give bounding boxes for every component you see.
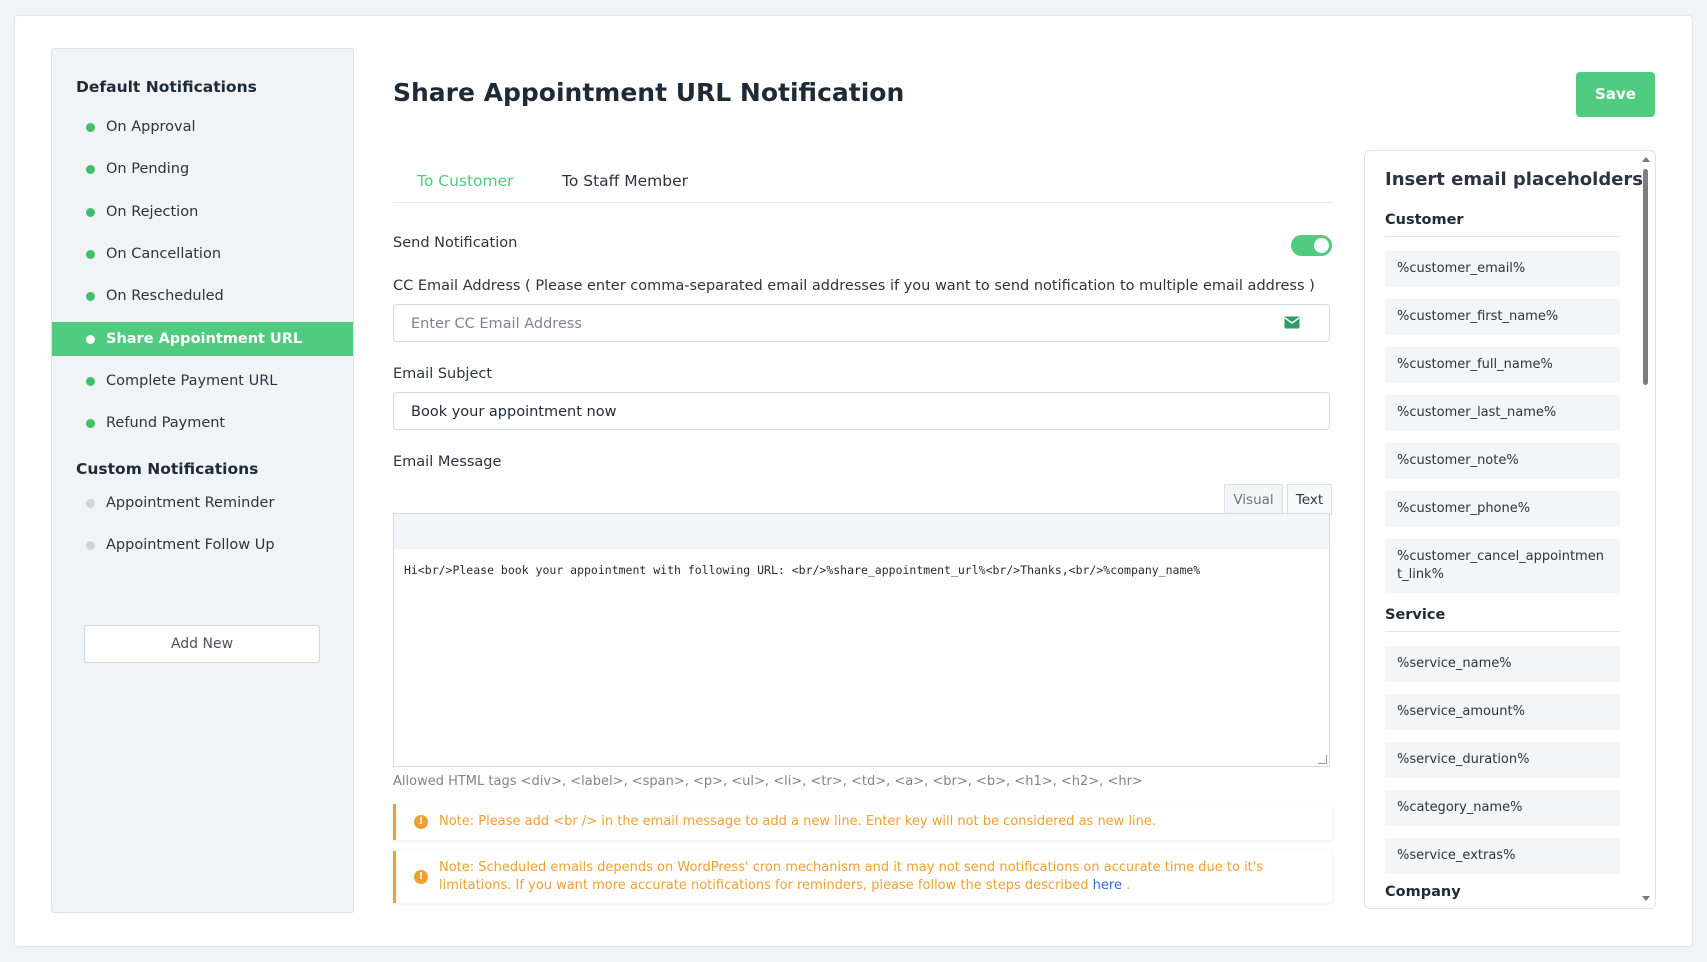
- placeholder-item[interactable]: %category_name%: [1385, 790, 1620, 826]
- scroll-up-icon[interactable]: [1641, 155, 1651, 163]
- service-section-heading: Service: [1385, 607, 1620, 632]
- note-new-line: ! Note: Please add <br /> in the email m…: [393, 804, 1332, 840]
- sidebar-item-on-cancellation[interactable]: On Cancellation: [52, 237, 353, 271]
- recipient-tabs: To Customer To Staff Member: [393, 162, 1332, 203]
- allowed-html-tags: Allowed HTML tags <div>, <label>, <span>…: [393, 774, 1143, 789]
- status-dot: [86, 499, 95, 508]
- email-message-label: Email Message: [393, 454, 502, 470]
- placeholder-item[interactable]: %customer_phone%: [1385, 491, 1620, 527]
- customer-section-heading: Customer: [1385, 212, 1620, 237]
- status-dot: [86, 334, 95, 344]
- default-notifications-heading: Default Notifications: [76, 78, 257, 96]
- placeholder-item[interactable]: %customer_full_name%: [1385, 347, 1620, 383]
- sidebar-item-label: Share Appointment URL: [106, 330, 303, 347]
- placeholder-item[interactable]: %customer_first_name%: [1385, 299, 1620, 335]
- status-dot: [86, 419, 95, 429]
- here-link[interactable]: here: [1093, 878, 1122, 893]
- note-scheduled-line2-text: limitations. If you want more accurate n…: [439, 878, 1093, 893]
- sidebar-item-complete-payment-url[interactable]: Complete Payment URL: [52, 364, 353, 398]
- sidebar-item-share-appointment-url[interactable]: Share Appointment URL: [52, 321, 353, 356]
- sidebar-item-label: On Cancellation: [106, 245, 222, 262]
- sidebar-item-refund-payment[interactable]: Refund Payment: [52, 406, 353, 440]
- notification-sidebar: Default Notifications On Approval On Pen…: [51, 48, 354, 913]
- status-dot: [86, 249, 95, 259]
- tab-to-customer[interactable]: To Customer: [417, 172, 514, 190]
- sidebar-item-label: Refund Payment: [106, 415, 226, 432]
- scrollbar-thumb[interactable]: [1643, 169, 1648, 385]
- sidebar-item-label: On Rejection: [106, 203, 199, 220]
- custom-notifications-heading: Custom Notifications: [76, 460, 259, 478]
- editor-tab-text[interactable]: Text: [1287, 484, 1332, 516]
- placeholder-item[interactable]: %service_extras%: [1385, 838, 1620, 874]
- email-subject-label: Email Subject: [393, 366, 493, 382]
- info-icon: !: [414, 870, 428, 884]
- status-dot: [86, 207, 95, 217]
- scroll-down-icon[interactable]: [1641, 895, 1651, 903]
- status-dot: [86, 376, 95, 386]
- sidebar-item-label: Complete Payment URL: [106, 372, 278, 389]
- sidebar-item-on-rescheduled[interactable]: On Rescheduled: [52, 279, 353, 313]
- placeholder-item[interactable]: %customer_email%: [1385, 251, 1620, 287]
- placeholder-scrollbar[interactable]: [1640, 155, 1650, 905]
- editor-toolbar: [393, 513, 1330, 550]
- sidebar-item-label: Appointment Follow Up: [106, 537, 275, 554]
- editor-tab-visual[interactable]: Visual: [1224, 484, 1283, 516]
- sidebar-item-appointment-reminder[interactable]: Appointment Reminder: [52, 486, 353, 520]
- resize-handle[interactable]: [1318, 755, 1327, 764]
- note-scheduled-emails: ! Note: Scheduled emails depends on Word…: [393, 851, 1332, 903]
- page-title: Share Appointment URL Notification: [393, 78, 905, 107]
- note-scheduled-line1: Note: Scheduled emails depends on WordPr…: [439, 860, 1264, 875]
- status-dot: [86, 292, 95, 302]
- sidebar-item-label: On Approval: [106, 119, 196, 135]
- save-button[interactable]: Save: [1576, 72, 1655, 117]
- cc-email-input[interactable]: Enter CC Email Address: [393, 304, 1330, 342]
- sidebar-item-label: Appointment Reminder: [106, 495, 275, 511]
- email-subject-input[interactable]: Book your appointment now: [393, 392, 1330, 430]
- placeholder-item[interactable]: %service_duration%: [1385, 742, 1620, 778]
- sidebar-item-label: On Rescheduled: [106, 288, 224, 305]
- placeholder-item[interactable]: %customer_last_name%: [1385, 395, 1620, 431]
- info-icon: !: [414, 815, 428, 829]
- sidebar-item-appointment-follow-up[interactable]: Appointment Follow Up: [52, 528, 353, 562]
- status-dot: [86, 541, 95, 551]
- company-section-heading: Company: [1385, 884, 1461, 900]
- placeholder-panel: Insert email placeholders Customer %cust…: [1364, 150, 1656, 909]
- status-dot: [86, 123, 95, 132]
- placeholder-panel-title: Insert email placeholders: [1385, 169, 1644, 190]
- status-dot: [86, 165, 95, 175]
- sidebar-item-on-approval[interactable]: On Approval: [52, 110, 353, 144]
- placeholder-item[interactable]: %service_amount%: [1385, 694, 1620, 730]
- placeholder-item[interactable]: %service_name%: [1385, 646, 1620, 682]
- placeholder-item[interactable]: %customer_note%: [1385, 443, 1620, 479]
- envelope-icon: [1284, 316, 1300, 329]
- toggle-knob: [1314, 238, 1329, 253]
- note-scheduled-line2-end: .: [1121, 878, 1131, 893]
- sidebar-item-label: On Pending: [106, 161, 190, 178]
- sidebar-item-on-rejection[interactable]: On Rejection: [52, 195, 353, 229]
- email-message-content: Hi<br/>Please book your appointment with…: [404, 563, 1201, 577]
- note-scheduled-line2: limitations. If you want more accurate n…: [439, 877, 1332, 895]
- send-notification-toggle[interactable]: [1291, 235, 1332, 256]
- placeholder-item[interactable]: %customer_cancel_appointment_link%: [1385, 539, 1620, 593]
- email-message-textarea[interactable]: Hi<br/>Please book your appointment with…: [393, 549, 1330, 767]
- sidebar-item-on-pending[interactable]: On Pending: [52, 152, 353, 186]
- tab-to-staff-member[interactable]: To Staff Member: [562, 172, 688, 190]
- cc-email-label: CC Email Address ( Please enter comma-se…: [393, 278, 1315, 294]
- note-new-line-text: Note: Please add <br /> in the email mes…: [439, 814, 1157, 829]
- add-new-button[interactable]: Add New: [84, 625, 320, 663]
- send-notification-label: Send Notification: [393, 235, 518, 251]
